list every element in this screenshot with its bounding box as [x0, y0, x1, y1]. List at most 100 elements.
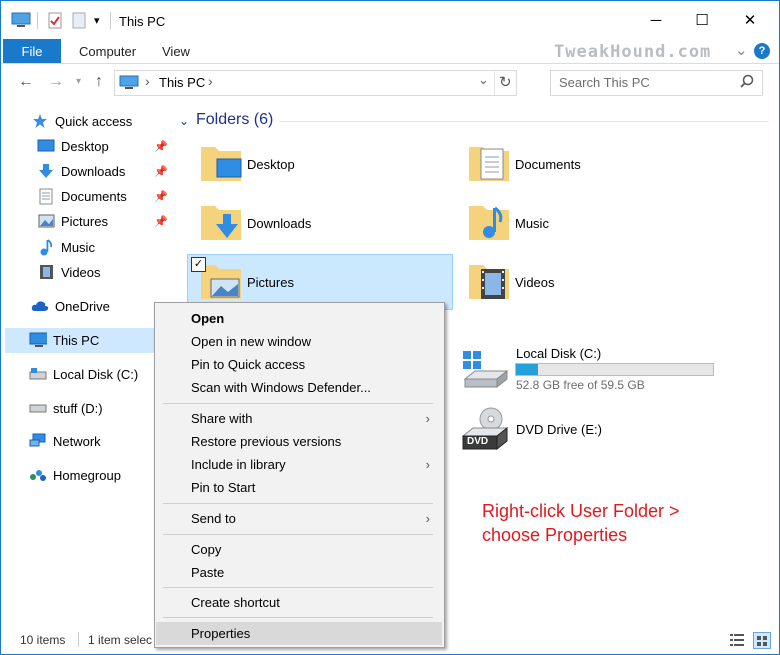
menu-item-scan-defender[interactable]: Scan with Windows Defender...	[156, 376, 442, 399]
brand-watermark: TweakHound.com	[554, 42, 712, 62]
menu-item-pin-start[interactable]: Pin to Start	[156, 476, 442, 499]
nav-item-this-pc[interactable]: This PC	[29, 328, 99, 352]
nav-item-downloads[interactable]: Downloads	[37, 159, 125, 183]
nav-item-onedrive[interactable]: OneDrive	[31, 294, 110, 318]
search-box[interactable]: Search This PC	[550, 70, 763, 96]
address-bar[interactable]: › This PC › ⌄ ↻	[114, 70, 517, 96]
menu-item-create-shortcut[interactable]: Create shortcut	[156, 591, 442, 614]
close-button[interactable]: ✕	[727, 1, 773, 39]
menu-item-label: Share with	[191, 411, 253, 426]
menu-item-label: Properties	[191, 626, 251, 641]
maximize-button[interactable]: ☐	[679, 1, 725, 39]
annotation-line-1: Right-click User Folder >	[482, 501, 680, 521]
folder-tile-videos[interactable]: Videos	[455, 259, 717, 311]
folder-tile-documents[interactable]: Documents	[455, 141, 717, 193]
folder-tile-downloads[interactable]: Downloads	[187, 200, 449, 252]
menu-item-open[interactable]: Open	[156, 307, 442, 330]
menu-item-restore-versions[interactable]: Restore previous versions	[156, 430, 442, 453]
drive-usage-fill	[516, 364, 539, 375]
drive-tile-dvd-e[interactable]: DVD DVD Drive (E:)	[461, 406, 721, 456]
search-input[interactable]: Search This PC	[559, 75, 650, 90]
drive-free-space: 52.8 GB free of 59.5 GB	[516, 378, 645, 392]
nav-item-local-disk-c[interactable]: Local Disk (C:)	[29, 362, 138, 386]
drive-tile-local-disk-c[interactable]: Local Disk (C:) 52.8 GB free of 59.5 GB	[461, 343, 721, 393]
item-checkbox[interactable]: ✓	[191, 257, 206, 272]
qa-divider	[37, 12, 38, 29]
back-arrow-icon[interactable]: ←	[18, 73, 34, 91]
menu-item-label: Pin to Start	[191, 480, 256, 495]
status-divider	[78, 632, 79, 647]
nav-item-desktop[interactable]: Desktop	[37, 134, 109, 158]
music-icon	[37, 238, 55, 255]
help-icon[interactable]: ?	[754, 43, 770, 59]
ribbon-expand-icon[interactable]: ⌄	[735, 41, 748, 59]
path-segment-this-pc[interactable]: This PC	[159, 75, 205, 90]
computer-icon[interactable]	[11, 12, 31, 31]
recent-locations-chevron-icon[interactable]: ▾	[76, 76, 81, 87]
address-divider	[494, 71, 495, 95]
up-arrow-icon[interactable]: ↑	[95, 73, 103, 91]
nav-label: Music	[61, 239, 95, 255]
group-header-rule	[279, 121, 769, 122]
homegroup-icon	[29, 467, 47, 483]
folder-tile-music[interactable]: Music	[455, 200, 717, 252]
pin-icon: 📌	[154, 141, 168, 153]
menu-item-share-with[interactable]: Share with ›	[156, 407, 442, 430]
menu-item-copy[interactable]: Copy	[156, 538, 442, 561]
folder-label: Pictures	[247, 275, 294, 290]
group-header-folders[interactable]: Folders (6)	[196, 111, 273, 129]
documents-folder-icon	[469, 147, 509, 181]
menu-item-label: Open	[191, 311, 225, 326]
menu-separator	[163, 587, 433, 588]
minimize-button[interactable]: ─	[633, 1, 679, 39]
customize-qa-chevron-icon[interactable]: ▾	[94, 14, 100, 27]
nav-item-documents[interactable]: Documents	[37, 184, 127, 208]
refresh-icon[interactable]: ↻	[499, 73, 512, 91]
drive-label: Local Disk (C:)	[516, 346, 602, 361]
nav-label: Pictures	[61, 213, 108, 229]
menu-separator	[163, 403, 433, 404]
nav-item-videos[interactable]: Videos	[37, 260, 101, 284]
tab-view[interactable]: View	[162, 44, 190, 59]
nav-item-music[interactable]: Music	[37, 235, 95, 259]
path-chevron-icon[interactable]: ›	[208, 73, 213, 89]
search-icon[interactable]	[740, 74, 754, 91]
details-view-icon[interactable]	[729, 633, 745, 650]
path-separator-icon[interactable]: ›	[145, 73, 150, 89]
menu-item-label: Open in new window	[191, 334, 311, 349]
nav-label: Quick access	[55, 113, 133, 129]
pin-icon: 📌	[154, 191, 168, 203]
new-folder-icon[interactable]	[71, 12, 87, 33]
nav-item-quick-access[interactable]: Quick access	[31, 109, 132, 133]
tab-file[interactable]: File	[3, 39, 61, 63]
menu-item-send-to[interactable]: Send to ›	[156, 507, 442, 530]
collapse-chevron-icon[interactable]: ⌄	[179, 114, 189, 128]
star-icon	[31, 113, 49, 129]
nav-label: Homegroup	[53, 467, 121, 483]
pin-icon: 📌	[154, 216, 168, 228]
nav-item-stuff-d[interactable]: stuff (D:)	[29, 396, 103, 420]
nav-label: OneDrive	[55, 298, 110, 314]
large-icons-view-icon[interactable]	[753, 632, 771, 649]
ribbon-tabs: File Computer View TweakHound.com ⌄ ?	[1, 39, 779, 64]
download-icon	[37, 163, 55, 179]
nav-item-pictures[interactable]: Pictures	[37, 209, 108, 233]
address-dropdown-icon[interactable]: ⌄	[478, 72, 489, 88]
menu-item-label: Create shortcut	[191, 595, 280, 610]
properties-icon[interactable]	[47, 12, 63, 33]
nav-item-homegroup[interactable]: Homegroup	[29, 463, 121, 487]
nav-item-network[interactable]: Network	[29, 429, 101, 453]
forward-arrow-icon[interactable]: →	[48, 73, 64, 91]
cloud-icon	[31, 298, 49, 314]
menu-item-pin-quick-access[interactable]: Pin to Quick access	[156, 353, 442, 376]
dvd-badge: DVD	[467, 436, 489, 447]
menu-item-paste[interactable]: Paste	[156, 561, 442, 584]
menu-item-properties[interactable]: Properties	[156, 622, 442, 645]
menu-item-open-new-window[interactable]: Open in new window	[156, 330, 442, 353]
folder-tile-desktop[interactable]: Desktop	[187, 141, 449, 193]
submenu-arrow-icon: ›	[425, 511, 430, 526]
this-pc-icon	[119, 75, 139, 93]
menu-item-include-library[interactable]: Include in library ›	[156, 453, 442, 476]
context-menu: Open Open in new window Pin to Quick acc…	[154, 302, 445, 648]
tab-computer[interactable]: Computer	[79, 44, 136, 59]
